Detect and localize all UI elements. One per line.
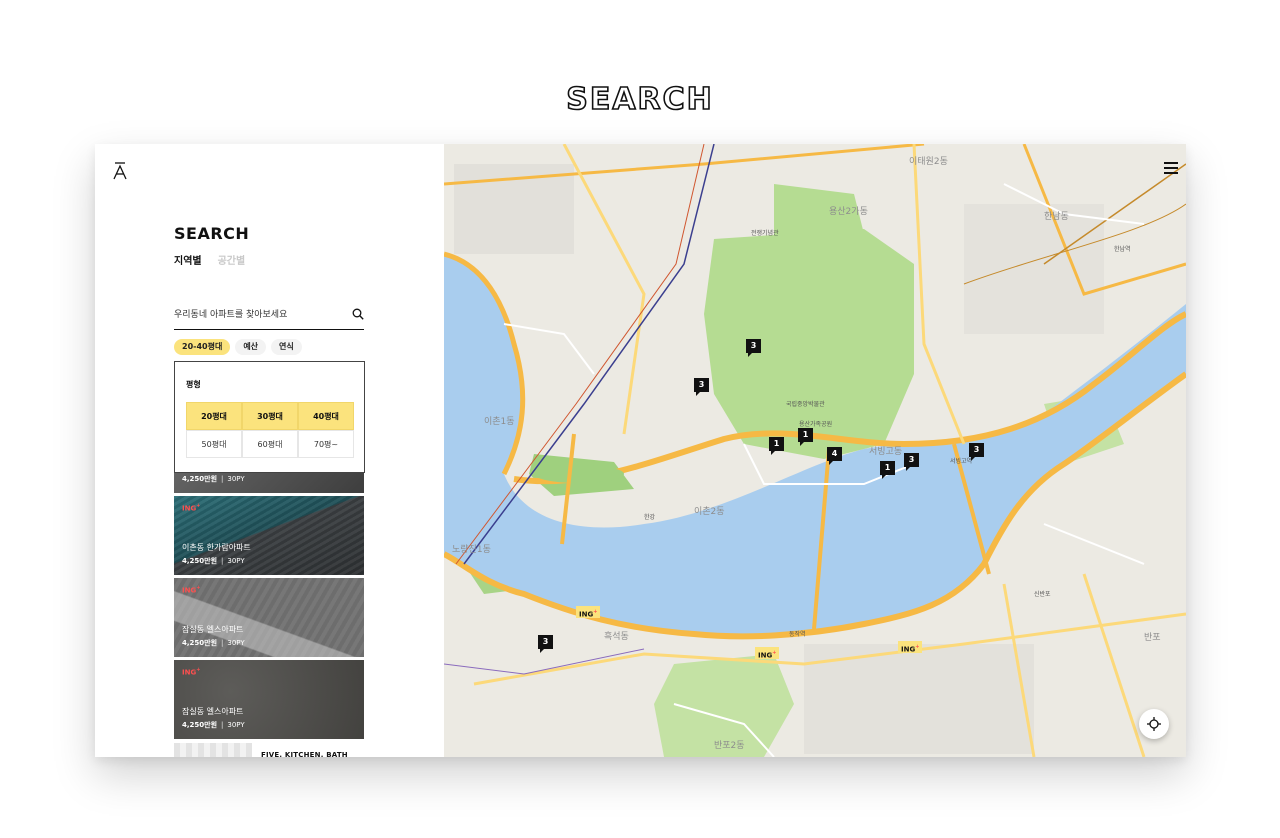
map-place-label: 전쟁기념관 xyxy=(751,230,779,237)
listing-price: 4,250만원 xyxy=(182,721,218,729)
map-marker[interactable]: 3 xyxy=(746,339,761,357)
listing-price: 4,250만원 xyxy=(182,475,218,483)
map-area-label: 용산2가동 xyxy=(829,207,868,217)
map-area-label: 노량진1동 xyxy=(452,545,491,555)
page-title: SEARCH xyxy=(565,81,714,118)
menu-line xyxy=(1164,162,1178,164)
listing-card[interactable]: ING+ 잠실동 엘스아파트 4,250만원 | 30PY xyxy=(174,578,364,657)
size-options: 20평대 30평대 40평대 50평대 60평대 70평~ xyxy=(186,402,354,458)
map-area-label: 이촌2동 xyxy=(694,507,725,517)
search-icon[interactable] xyxy=(352,308,364,320)
map-area-label: 반포 xyxy=(1144,633,1161,643)
map-marker[interactable]: 1 xyxy=(880,461,895,479)
size-option-20[interactable]: 20평대 xyxy=(186,402,242,430)
status-badge: ING+ xyxy=(182,585,201,595)
map-marker[interactable]: 3 xyxy=(694,378,709,396)
listing-meta: 4,250만원 | 30PY xyxy=(182,639,245,647)
map-marker[interactable]: 4 xyxy=(827,447,842,465)
listing-thumbnail xyxy=(174,743,252,757)
listing-name: 이촌동 한가람아파트 xyxy=(182,543,251,552)
listing-card[interactable]: ING+ 이촌동 한가람아파트 4,250만원 | 30PY xyxy=(174,496,364,575)
map-place-label: 한남역 xyxy=(1114,246,1131,253)
listing-card[interactable]: ING+ 잠실동 엘스아파트 4,250만원 | 30PY xyxy=(174,660,364,739)
size-option-60[interactable]: 60평대 xyxy=(242,430,298,458)
locate-button[interactable] xyxy=(1139,709,1169,739)
dropdown-title: 평형 xyxy=(186,380,201,389)
listing-label: FIVE, KITCHEN, BATH xyxy=(261,751,348,757)
map-marker[interactable]: 3 xyxy=(904,453,919,471)
size-option-30[interactable]: 30평대 xyxy=(242,402,298,430)
map-area-label: 흑석동 xyxy=(604,632,629,642)
listing-meta: 4,250만원 | 30PY xyxy=(182,475,245,483)
crosshair-icon xyxy=(1147,717,1161,731)
map-marker[interactable]: 1 xyxy=(798,428,813,446)
map-ing-marker[interactable]: ING+ xyxy=(898,641,923,653)
listing-price: 4,250만원 xyxy=(182,639,218,647)
map-place-label: 용산가족공원 xyxy=(799,421,833,428)
sidebar-panel: SEARCH 지역별 공간별 20-40평대 예산 연식 평형 20평대 30평… xyxy=(95,144,444,757)
filter-year-chip[interactable]: 연식 xyxy=(271,339,302,355)
map-canvas[interactable] xyxy=(444,144,1186,757)
listing-card-compact[interactable]: FIVE, KITCHEN, BATH xyxy=(174,743,364,757)
listing-size: 30PY xyxy=(227,721,245,729)
map-place-label: 한강 xyxy=(644,514,656,521)
map-area-label: 반포2동 xyxy=(714,741,745,751)
map-place-label: 동작역 xyxy=(789,631,806,638)
listing-size: 30PY xyxy=(227,475,245,483)
listing-name: 잠실동 엘스아파트 xyxy=(182,707,244,716)
size-option-40[interactable]: 40평대 xyxy=(298,402,354,430)
map-area-label: 이촌1동 xyxy=(484,417,515,427)
map-area-label: 서빙고동 xyxy=(869,447,903,457)
map-place-label: 국립중앙박물관 xyxy=(786,401,825,408)
menu-line xyxy=(1164,172,1178,174)
size-option-50[interactable]: 50평대 xyxy=(186,430,242,458)
listing-price: 4,250만원 xyxy=(182,557,218,565)
listing-size: 30PY xyxy=(227,557,245,565)
size-dropdown: 평형 20평대 30평대 40평대 50평대 60평대 70평~ xyxy=(174,361,365,473)
map-marker[interactable]: 3 xyxy=(969,443,984,461)
map-area-label: 이태원2동 xyxy=(909,157,948,167)
filter-chips: 20-40평대 예산 연식 xyxy=(174,339,302,355)
map-ing-marker[interactable]: ING+ xyxy=(755,647,780,659)
status-badge: ING+ xyxy=(182,667,201,677)
map-marker[interactable]: 1 xyxy=(769,437,784,455)
hamburger-icon[interactable] xyxy=(1164,162,1178,174)
listing-name: 잠실동 엘스아파트 xyxy=(182,625,244,634)
filter-budget-chip[interactable]: 예산 xyxy=(235,339,267,355)
size-option-70[interactable]: 70평~ xyxy=(298,430,354,458)
map-marker[interactable]: 3 xyxy=(538,635,553,653)
menu-line xyxy=(1164,167,1178,169)
map-ing-marker[interactable]: ING+ xyxy=(576,606,601,618)
panel-title: SEARCH xyxy=(174,224,250,243)
tab-space[interactable]: 공간별 xyxy=(218,252,246,267)
logo-icon[interactable] xyxy=(113,162,127,180)
app-window: SEARCH 지역별 공간별 20-40평대 예산 연식 평형 20평대 30평… xyxy=(95,144,1186,757)
filter-size-chip[interactable]: 20-40평대 xyxy=(174,339,231,355)
search-bar xyxy=(174,302,364,330)
map-view[interactable]: 이촌1동 용산2가동 이태원2동 한남동 노량진1동 반포2동 이촌2동 서빙고… xyxy=(444,144,1186,757)
map-place-label: 서빙고역 xyxy=(950,458,973,465)
listing-meta: 4,250만원 | 30PY xyxy=(182,557,245,565)
tab-region[interactable]: 지역별 xyxy=(174,252,202,267)
map-place-label: 신반포 xyxy=(1034,591,1051,598)
map-area-label: 한남동 xyxy=(1044,212,1069,222)
listing-meta: 4,250만원 | 30PY xyxy=(182,721,245,729)
search-input[interactable] xyxy=(174,302,344,328)
tab-bar: 지역별 공간별 xyxy=(174,252,245,267)
status-badge: ING+ xyxy=(182,503,201,513)
listing-size: 30PY xyxy=(227,639,245,647)
